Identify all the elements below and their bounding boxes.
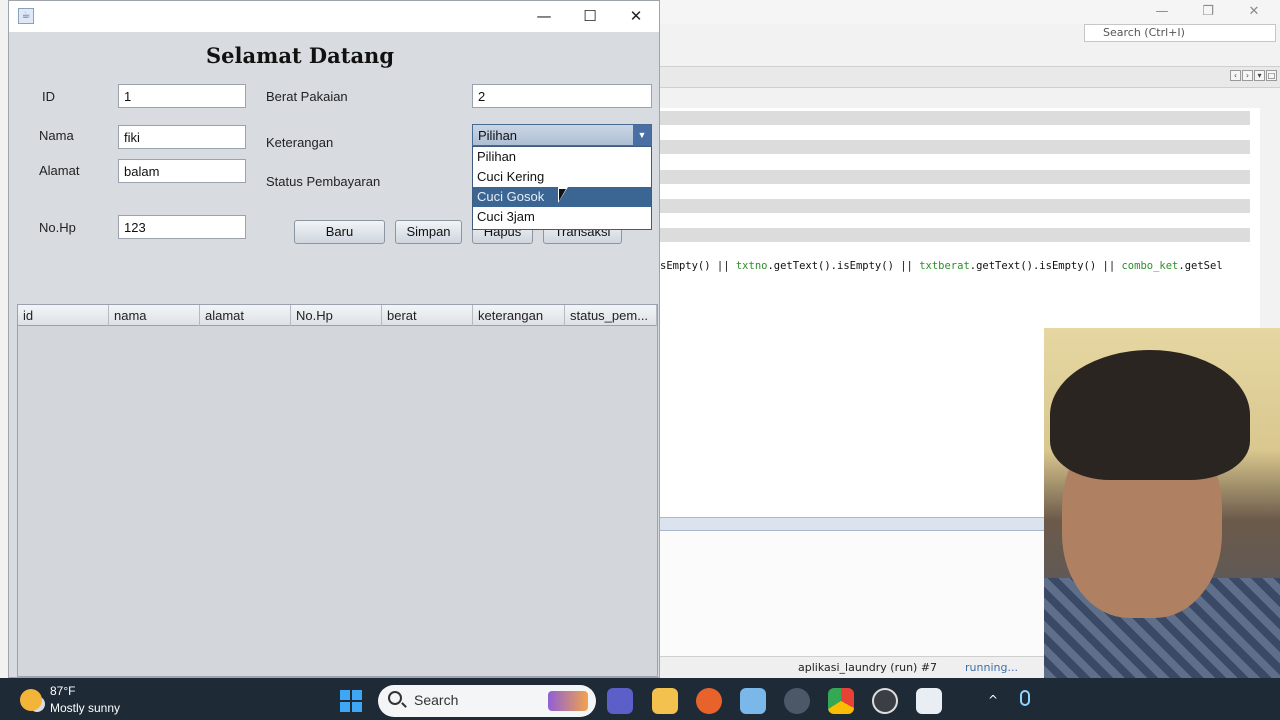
webcam-hair — [1050, 350, 1250, 480]
tab-maximize-icon[interactable]: □ — [1266, 70, 1277, 81]
java-taskbar-icon[interactable] — [916, 688, 942, 714]
code-token: txtberat — [919, 260, 970, 272]
maximize-button[interactable]: ☐ — [567, 1, 613, 32]
minimize-button[interactable]: — — [521, 1, 567, 32]
search-icon — [388, 691, 402, 705]
dropdown-option[interactable]: Cuci 3jam — [473, 207, 651, 227]
chevron-up-icon[interactable]: ^ — [988, 693, 998, 707]
app-titlebar[interactable]: ☕ — ☐ ✕ — [9, 1, 659, 32]
tab-list-icon[interactable]: ▾ — [1254, 70, 1265, 81]
ide-close-icon[interactable]: ✕ — [1246, 4, 1262, 20]
run-label: aplikasi_laundry (run) #7 — [798, 661, 938, 674]
ide-search-input[interactable]: Search (Ctrl+I) — [1084, 24, 1276, 42]
chevron-down-icon[interactable]: ▼ — [633, 125, 651, 145]
combo-selected-value: Pilihan — [478, 128, 518, 143]
label-keterangan: Keterangan — [266, 135, 334, 150]
page-title: Selamat Datang — [205, 43, 395, 68]
box-app-icon[interactable] — [740, 688, 766, 714]
weather-description[interactable]: Mostly sunny — [50, 701, 120, 715]
ide-minimize-icon[interactable]: — — [1154, 4, 1170, 20]
label-nama: Nama — [39, 128, 74, 143]
windows-logo-icon — [352, 690, 362, 700]
alamat-field[interactable]: balam — [118, 159, 246, 183]
tab-scroll-right-icon[interactable]: › — [1242, 70, 1253, 81]
taskbar-search-box[interactable]: Search — [378, 685, 596, 717]
code-token: sEmpty() || — [660, 260, 736, 272]
ide-panel-divider[interactable] — [660, 517, 1060, 531]
ide-restore-icon[interactable]: ❐ — [1200, 4, 1216, 20]
windows-logo-icon — [340, 690, 350, 700]
editor-line-stripe — [660, 228, 1250, 242]
code-token: combo_ket — [1121, 260, 1179, 272]
baru-button[interactable]: Baru — [294, 220, 385, 244]
nama-field[interactable]: fiki — [118, 125, 246, 149]
file-explorer-icon[interactable] — [652, 688, 678, 714]
nohp-field[interactable]: 123 — [118, 215, 246, 239]
close-button[interactable]: ✕ — [613, 1, 659, 32]
label-nohp: No.Hp — [39, 220, 76, 235]
editor-line-stripe — [660, 111, 1250, 125]
editor-line-stripe — [660, 170, 1250, 184]
weather-sun-icon[interactable] — [20, 689, 42, 711]
code-token: .getText().isEmpty() || — [969, 260, 1122, 272]
chat-app-icon[interactable] — [607, 688, 633, 714]
taskbar: 87°F Mostly sunny — [0, 678, 1280, 720]
editor-line-stripe — [660, 140, 1250, 154]
label-status-pembayaran: Status Pembayaran — [266, 174, 381, 189]
java-app-icon: ☕ — [18, 8, 34, 24]
table-header: id nama alamat No.Hp berat keterangan status_p… — [18, 305, 657, 326]
dropdown-option[interactable]: Pilihan — [473, 147, 651, 167]
ide-tabbar — [660, 66, 1280, 88]
table-column-header[interactable]: id — [18, 305, 109, 326]
id-field[interactable]: 1 — [118, 84, 246, 108]
ide-output-panel — [660, 531, 1060, 656]
table-column-header[interactable]: nama — [109, 305, 200, 326]
label-berat: Berat Pakaian — [266, 89, 348, 104]
editor-line-stripe — [660, 199, 1250, 213]
table-column-header[interactable]: alamat — [200, 305, 291, 326]
run-status: running... — [965, 661, 1018, 674]
app-window: ☕ — ☐ ✕ Selamat Datang ID 1 Nama fiki Al… — [8, 0, 660, 678]
windows-logo-icon — [352, 702, 362, 712]
code-token: txtno — [735, 260, 768, 272]
microphone-icon[interactable] — [1020, 690, 1030, 706]
ide-statusbar: aplikasi_laundry (run) #7 running... — [660, 656, 1060, 678]
keterangan-combobox[interactable]: Pilihan ▼ — [472, 124, 652, 146]
dropdown-option[interactable]: Cuci Kering — [473, 167, 651, 187]
label-alamat: Alamat — [39, 163, 80, 178]
firefox-icon[interactable] — [696, 688, 722, 714]
tab-scroll-left-icon[interactable]: ‹ — [1230, 70, 1241, 81]
table-column-header[interactable]: No.Hp — [291, 305, 382, 326]
berat-field[interactable]: 2 — [472, 84, 652, 108]
code-token: .getText().isEmpty() || — [767, 260, 920, 272]
chrome-icon[interactable] — [828, 688, 854, 714]
table-column-header[interactable]: status_pem... — [565, 305, 657, 326]
code-line: sEmpty() || txtno.getText().isEmpty() ||… — [660, 260, 1260, 274]
taskbar-search-label: Search — [414, 692, 459, 708]
search-highlight-icon — [548, 691, 588, 711]
label-id: ID — [42, 89, 55, 104]
settings-gear-icon[interactable] — [784, 688, 810, 714]
data-table[interactable]: id nama alamat No.Hp berat keterangan status_p… — [17, 304, 658, 677]
ide-titlebar: — ❐ ✕ — [660, 0, 1280, 24]
weather-temperature[interactable]: 87°F — [50, 684, 75, 698]
simpan-button[interactable]: Simpan — [395, 220, 462, 244]
table-column-header[interactable]: berat — [382, 305, 473, 326]
windows-logo-icon — [340, 702, 350, 712]
obs-icon[interactable] — [872, 688, 898, 714]
start-button[interactable] — [340, 690, 362, 712]
table-column-header[interactable]: keterangan — [473, 305, 565, 326]
code-token: .getSel — [1178, 260, 1223, 272]
webcam-overlay — [1044, 328, 1280, 678]
